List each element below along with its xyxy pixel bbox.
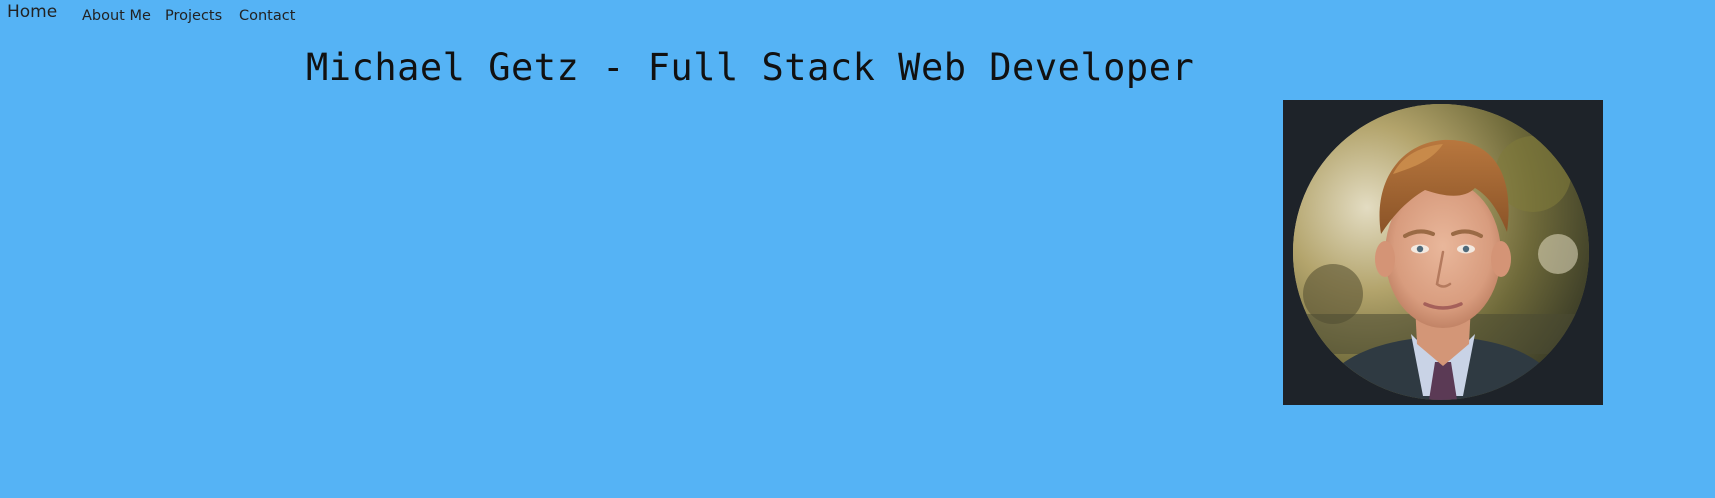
nav-brand-home[interactable]: Home: [7, 1, 57, 23]
profile-card: [1283, 100, 1603, 405]
nav-link-projects[interactable]: Projects: [165, 6, 222, 26]
page-title: Michael Getz - Full Stack Web Developer: [306, 46, 1195, 89]
portrait-illustration: [1293, 104, 1589, 400]
nav-link-about-me[interactable]: About Me: [82, 6, 151, 26]
nav-link-contact[interactable]: Contact: [239, 6, 295, 26]
profile-photo: [1293, 104, 1589, 400]
navbar: Home About Me Projects Contact: [0, 0, 1715, 32]
